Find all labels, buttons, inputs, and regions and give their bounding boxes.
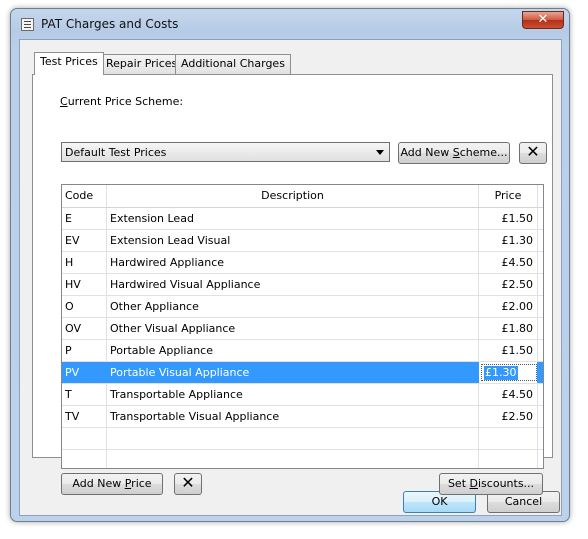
table-row[interactable]: OV Other Visual Appliance £1.80 <box>62 318 543 340</box>
set-discounts-label: Set Discounts... <box>447 477 535 490</box>
window-close-button[interactable]: ✕ <box>522 11 564 29</box>
price-scheme-label: Current Price Scheme: <box>60 95 184 108</box>
add-new-price-button[interactable]: Add New Price <box>61 473 163 495</box>
price-scheme-value: Default Test Prices <box>65 146 167 159</box>
add-new-price-label: Add New Price <box>72 477 152 490</box>
dialog-window: PAT Charges and Costs ✕ Test Prices Repa… <box>10 8 570 522</box>
close-icon: ✕ <box>181 473 195 492</box>
code-cell[interactable]: EV <box>62 230 107 251</box>
table-row[interactable]: O Other Appliance £2.00 <box>62 296 543 318</box>
description-cell[interactable]: Other Visual Appliance <box>107 318 479 339</box>
empty-table-row[interactable] <box>62 428 543 450</box>
description-cell[interactable]: Hardwired Visual Appliance <box>107 274 479 295</box>
add-new-scheme-label: Add New Scheme... <box>400 146 508 159</box>
price-cell[interactable]: £4.50 <box>479 384 538 405</box>
column-header-price[interactable]: Price <box>479 185 538 207</box>
title-bar[interactable]: PAT Charges and Costs ✕ <box>11 9 569 39</box>
list-icon <box>21 18 34 31</box>
tab-additional-charges[interactable]: Additional Charges <box>175 54 291 74</box>
price-scheme-dropdown[interactable]: Default Test Prices <box>61 142 390 162</box>
code-cell[interactable]: E <box>62 208 107 229</box>
empty-table-row[interactable] <box>62 450 543 468</box>
price-cell[interactable]: £2.00 <box>479 296 538 317</box>
description-cell[interactable]: Extension Lead Visual <box>107 230 479 251</box>
table-row[interactable]: TV Transportable Visual Appliance £2.50 <box>62 406 543 428</box>
description-cell[interactable] <box>107 428 479 449</box>
add-new-scheme-button[interactable]: Add New Scheme... <box>398 142 510 164</box>
code-cell[interactable]: T <box>62 384 107 405</box>
code-cell[interactable]: PV <box>62 362 107 383</box>
column-header-code[interactable]: Code <box>62 185 107 207</box>
code-cell[interactable]: OV <box>62 318 107 339</box>
description-cell[interactable]: Portable Visual Appliance <box>107 362 479 383</box>
price-cell[interactable]: £1.30 <box>479 230 538 251</box>
code-cell[interactable]: O <box>62 296 107 317</box>
tab-test-prices[interactable]: Test Prices <box>34 52 104 75</box>
table-row[interactable]: HV Hardwired Visual Appliance £2.50 <box>62 274 543 296</box>
price-cell[interactable] <box>479 428 538 449</box>
table-row[interactable]: E Extension Lead £1.50 <box>62 208 543 230</box>
table-row[interactable]: T Transportable Appliance £4.50 <box>62 384 543 406</box>
table-row[interactable]: P Portable Appliance £1.50 <box>62 340 543 362</box>
price-cell[interactable]: £1.50 <box>479 340 538 361</box>
table-row[interactable]: EV Extension Lead Visual £1.30 <box>62 230 543 252</box>
table-row[interactable]: PV Portable Visual Appliance £1.30 <box>62 362 543 384</box>
description-cell[interactable]: Extension Lead <box>107 208 479 229</box>
close-icon: ✕ <box>537 12 549 27</box>
price-cell[interactable]: £2.50 <box>479 274 538 295</box>
price-edit-field[interactable]: £1.30 <box>481 364 537 381</box>
set-discounts-button[interactable]: Set Discounts... <box>439 473 543 495</box>
price-cell[interactable]: £1.80 <box>479 318 538 339</box>
price-cell[interactable] <box>479 450 538 468</box>
table-header: Code Description Price <box>62 185 543 208</box>
close-icon: ✕ <box>526 142 540 161</box>
description-cell[interactable]: Transportable Appliance <box>107 384 479 405</box>
delete-scheme-button[interactable]: ✕ <box>519 142 547 164</box>
window-title: PAT Charges and Costs <box>41 17 179 31</box>
column-header-description[interactable]: Description <box>107 185 479 207</box>
delete-price-button[interactable]: ✕ <box>174 473 202 495</box>
test-prices-panel: Current Price Scheme: Default Test Price… <box>32 74 553 495</box>
tab-repair-prices[interactable]: Repair Prices <box>100 54 184 74</box>
code-cell[interactable] <box>62 428 107 449</box>
prices-table[interactable]: Code Description Price E Extension Lead £1… <box>61 184 544 469</box>
description-cell[interactable]: Other Appliance <box>107 296 479 317</box>
code-cell[interactable]: HV <box>62 274 107 295</box>
description-cell[interactable]: Portable Appliance <box>107 340 479 361</box>
code-cell[interactable]: P <box>62 340 107 361</box>
description-cell[interactable] <box>107 450 479 468</box>
description-cell[interactable]: Transportable Visual Appliance <box>107 406 479 427</box>
table-row[interactable]: H Hardwired Appliance £4.50 <box>62 252 543 274</box>
chevron-down-icon <box>376 150 384 155</box>
price-cell[interactable]: £2.50 <box>479 406 538 427</box>
description-cell[interactable]: Hardwired Appliance <box>107 252 479 273</box>
code-cell[interactable]: H <box>62 252 107 273</box>
dialog-client-area: Test Prices Repair Prices Additional Cha… <box>19 39 562 516</box>
price-edit-value: £1.30 <box>484 366 518 380</box>
code-cell[interactable]: TV <box>62 406 107 427</box>
price-cell[interactable]: £4.50 <box>479 252 538 273</box>
price-cell[interactable]: £1.50 <box>479 208 538 229</box>
code-cell[interactable] <box>62 450 107 468</box>
